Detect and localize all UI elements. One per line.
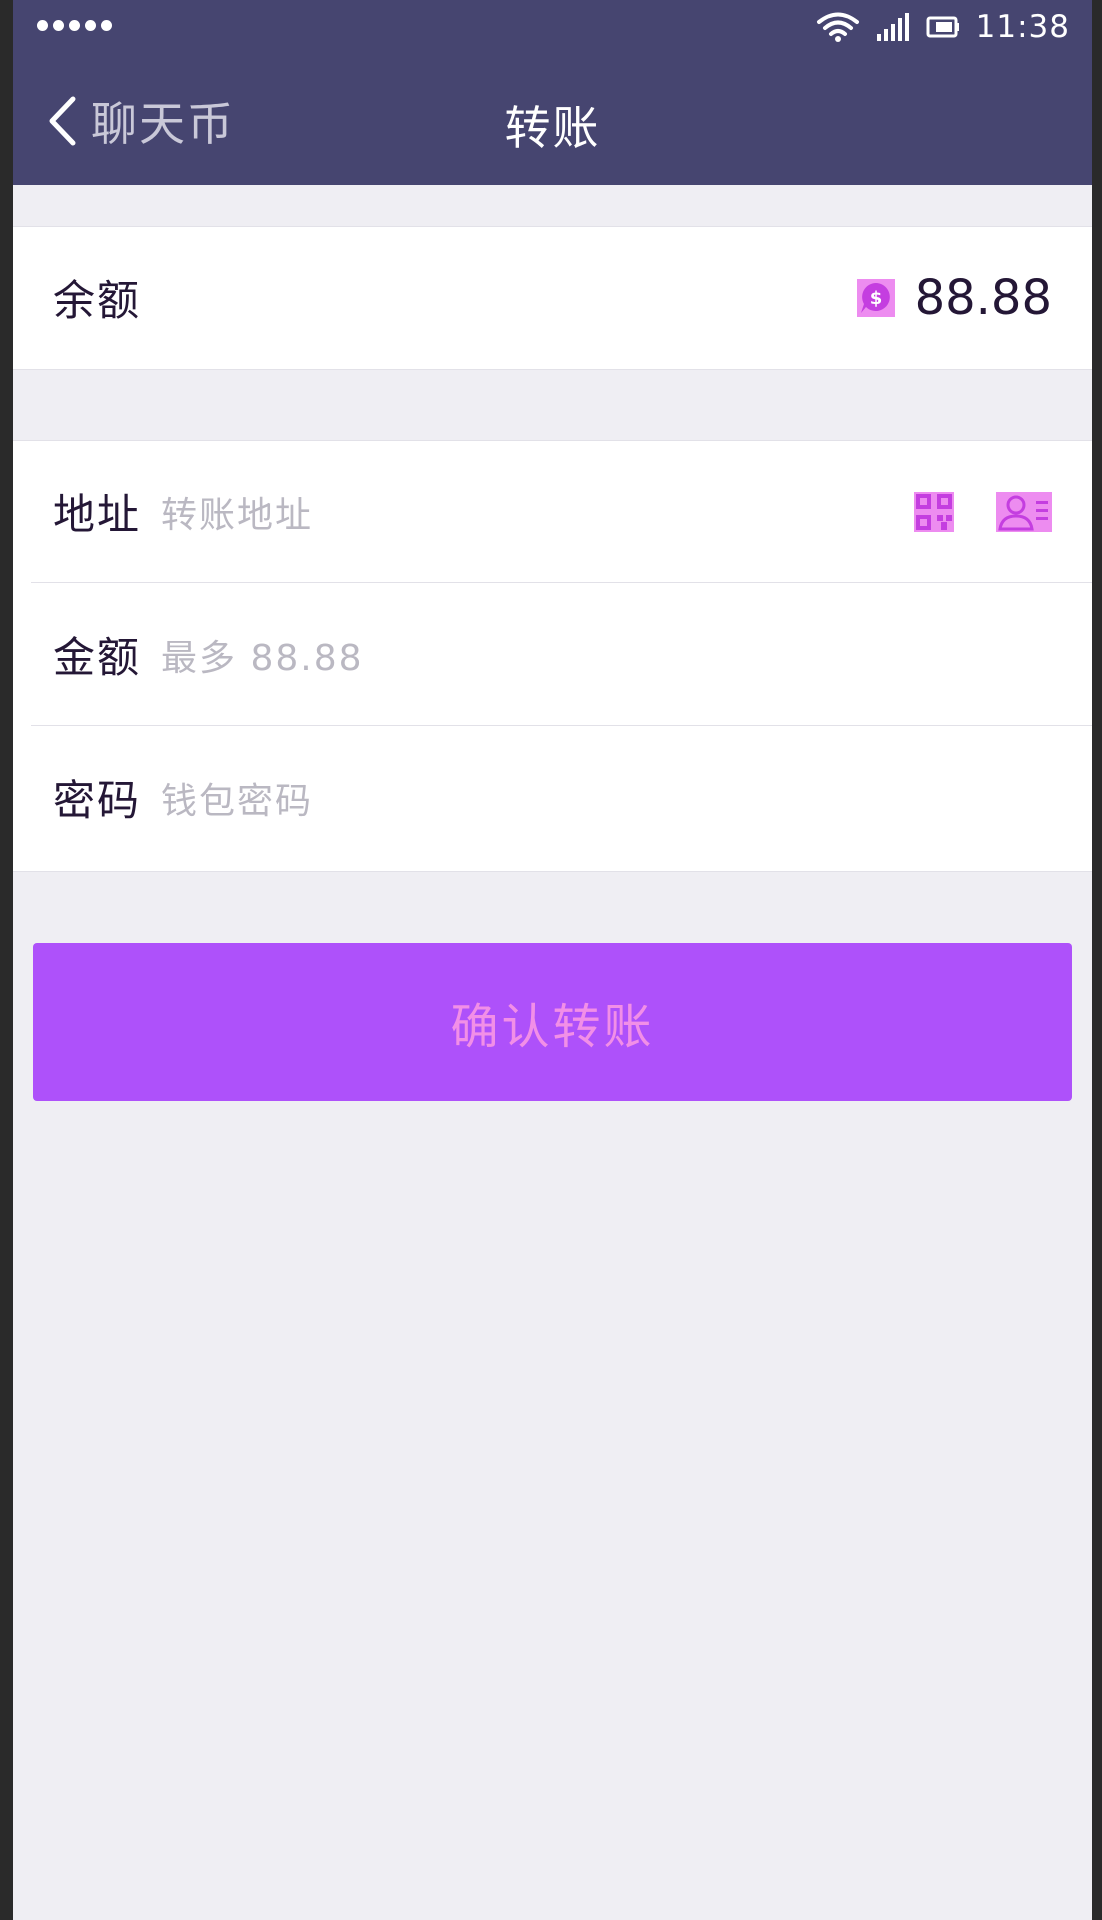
- svg-text:$: $: [869, 288, 882, 309]
- balance-amount: 88.88: [914, 269, 1052, 326]
- transfer-form: 地址 转账地址 金额 最多 88.88 密码 钱包密码: [13, 440, 1092, 872]
- phone-screen: 11:38 聊天币 转账 余额 $ 88.88 地址 转账地址 金额 最多 88…: [13, 0, 1092, 1920]
- password-input[interactable]: 钱包密码: [161, 772, 313, 824]
- page-title: 转账: [504, 101, 601, 155]
- password-label: 密码: [53, 776, 142, 825]
- balance-label: 余额: [53, 276, 142, 325]
- confirm-transfer-button[interactable]: 确认转账: [33, 943, 1072, 1101]
- address-input[interactable]: 转账地址: [161, 486, 313, 538]
- coin-chat-icon: $: [856, 278, 895, 317]
- amount-row[interactable]: 金额 最多 88.88: [13, 583, 1092, 726]
- cellular-signal-icon: [876, 13, 909, 41]
- balance-section: 余额 $ 88.88: [13, 226, 1092, 370]
- status-bar: 11:38: [13, 0, 1092, 54]
- navigation-bar: 聊天币 转账: [13, 54, 1092, 185]
- battery-icon: [926, 16, 959, 38]
- amount-input[interactable]: 最多 88.88: [161, 629, 364, 681]
- amount-label: 金额: [53, 633, 142, 682]
- address-actions: [914, 440, 1052, 583]
- status-icons: 11:38: [816, 6, 1070, 48]
- balance-value-group: $ 88.88: [856, 226, 1052, 369]
- balance-row: 余额 $ 88.88: [13, 226, 1092, 369]
- address-label: 地址: [53, 490, 142, 539]
- signal-dots-icon: [37, 20, 112, 31]
- address-row[interactable]: 地址 转账地址: [13, 440, 1092, 583]
- contacts-icon[interactable]: [996, 491, 1052, 532]
- status-time: 11:38: [975, 9, 1070, 45]
- wifi-icon: [816, 12, 859, 42]
- password-row[interactable]: 密码 钱包密码: [13, 726, 1092, 869]
- qr-code-icon[interactable]: [914, 491, 954, 532]
